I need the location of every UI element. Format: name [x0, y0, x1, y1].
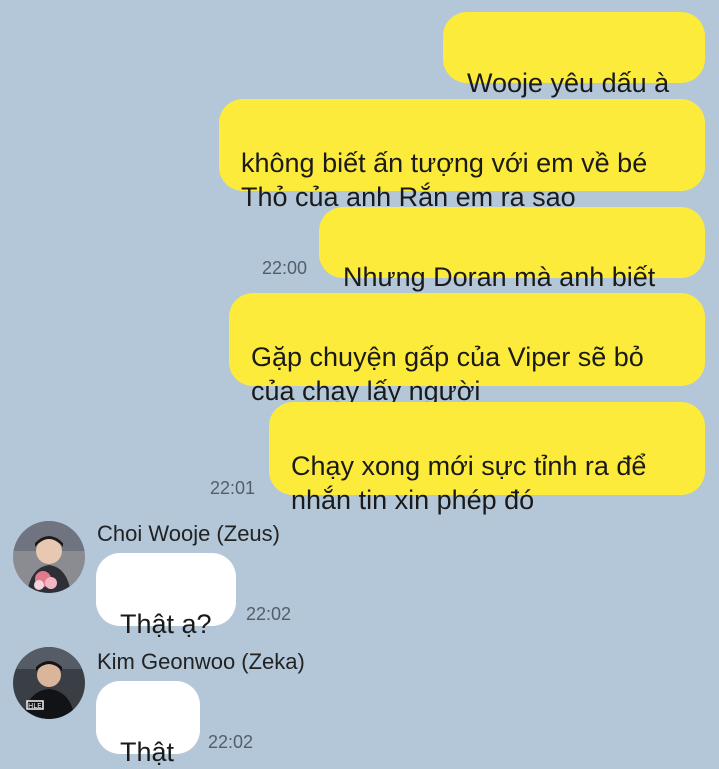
- outgoing-message-bubble[interactable]: Gặp chuyện gấp của Viper sẽ bỏ của chạy …: [229, 293, 705, 406]
- outgoing-message-bubble[interactable]: Wooje yêu dấu à: [443, 12, 705, 98]
- avatar-photo-icon: HLE: [13, 647, 85, 719]
- svg-text:HLE: HLE: [28, 702, 42, 710]
- message-text: không biết ấn tượng với em về bé Thỏ của…: [241, 148, 648, 212]
- message-text: Wooje yêu dấu à: [467, 68, 670, 98]
- message-text: Gặp chuyện gấp của Viper sẽ bỏ của chạy …: [251, 342, 644, 406]
- chat-window: Wooje yêu dấu à không biết ấn tượng với …: [0, 0, 719, 767]
- outgoing-message-bubble[interactable]: Nhưng Doran mà anh biết: [319, 207, 705, 292]
- sender-name: Kim Geonwoo (Zeka): [97, 649, 305, 674]
- message-text: Thật ạ?: [120, 609, 212, 639]
- sender-name: Choi Wooje (Zeus): [97, 521, 280, 546]
- message-text: Thật: [120, 737, 175, 767]
- message-timestamp: 22:00: [262, 258, 308, 278]
- user-avatar-zeus[interactable]: [13, 521, 85, 593]
- incoming-message-bubble[interactable]: Thật: [96, 681, 200, 767]
- outgoing-message-bubble[interactable]: Chạy xong mới sực tỉnh ra để nhắn tin xi…: [269, 402, 705, 515]
- user-avatar-zeka[interactable]: HLE: [13, 647, 85, 719]
- incoming-message-bubble[interactable]: Thật ạ?: [96, 553, 236, 639]
- outgoing-message-bubble[interactable]: không biết ấn tượng với em về bé Thỏ của…: [219, 99, 705, 212]
- message-timestamp: 22:02: [208, 732, 254, 752]
- message-text: Nhưng Doran mà anh biết: [343, 262, 656, 292]
- message-timestamp: 22:02: [246, 604, 292, 624]
- message-timestamp: 22:01: [210, 478, 256, 498]
- message-text: Chạy xong mới sực tỉnh ra để nhắn tin xi…: [291, 451, 647, 515]
- avatar-photo-icon: [13, 521, 85, 593]
